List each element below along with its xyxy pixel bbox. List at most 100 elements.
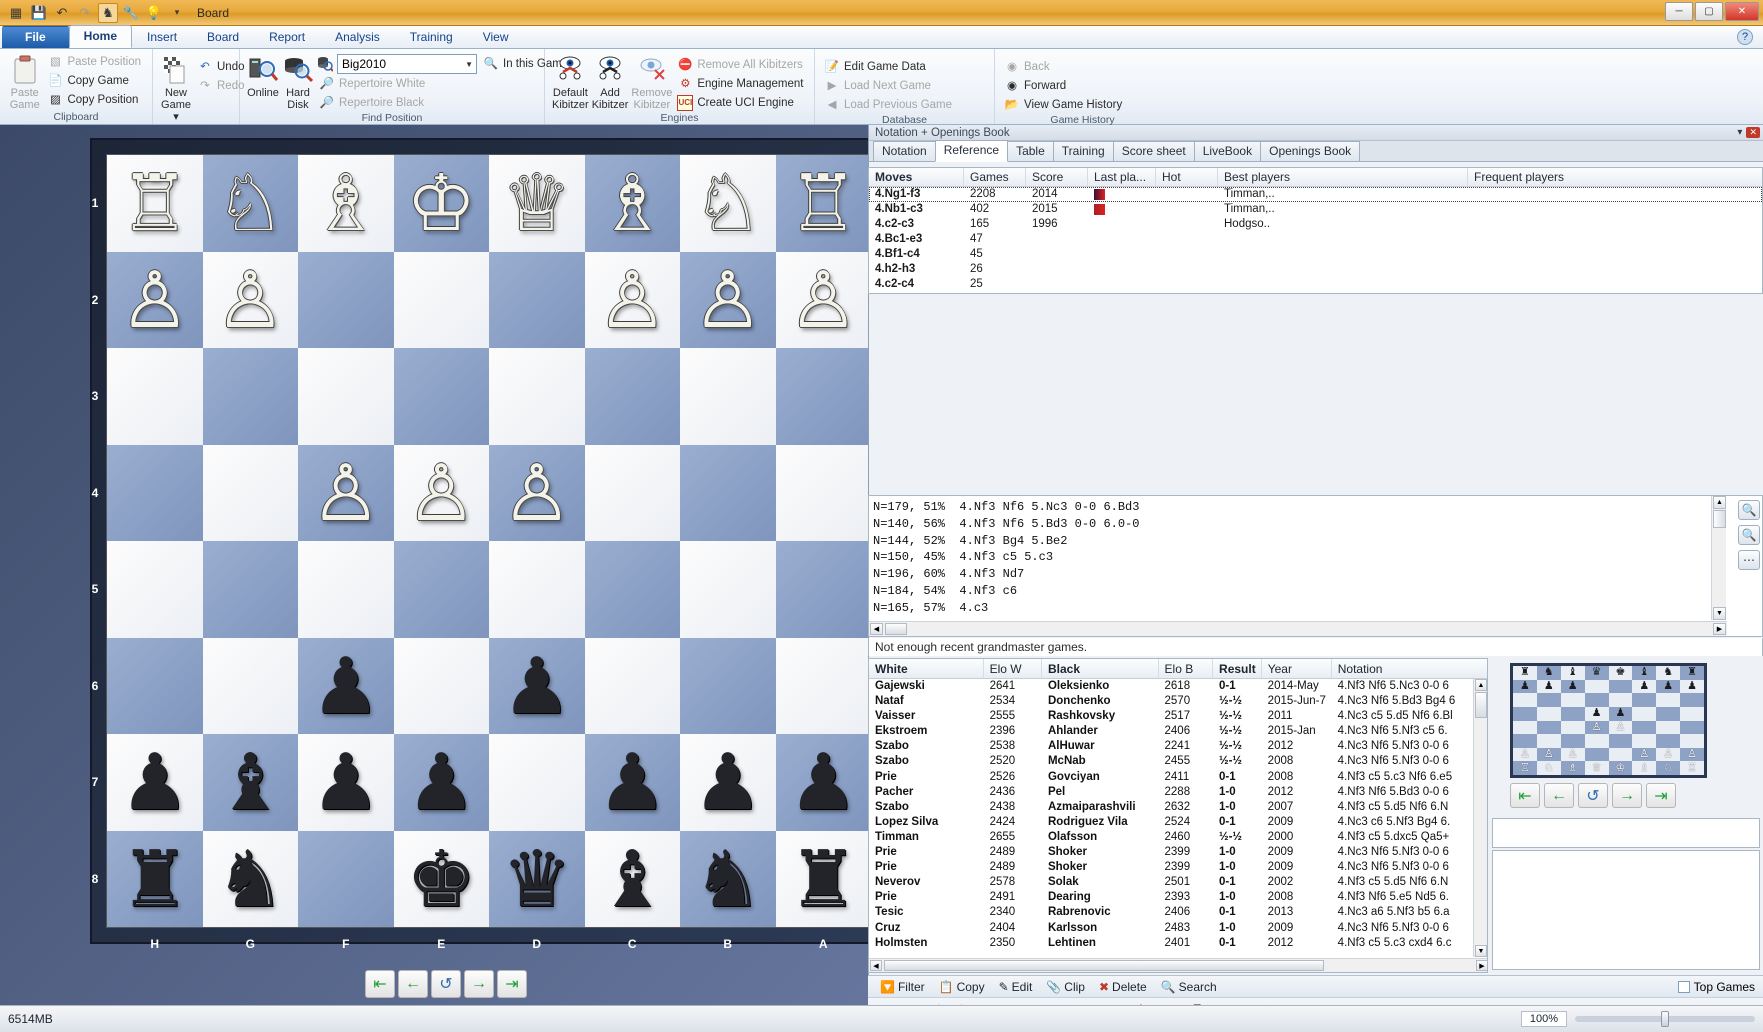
tab-home[interactable]: Home xyxy=(68,25,133,48)
games-table-row[interactable]: Szabo 2538 AlHuwar 2241 ½-½ 2012 4.Nc3 Nf6 5.N… xyxy=(869,739,1487,754)
column-header-games[interactable]: Games xyxy=(964,168,1026,186)
chess-piece[interactable]: ♞ xyxy=(215,840,285,918)
mini-board-square[interactable]: ♗ xyxy=(1560,761,1585,775)
moves-table-row[interactable]: 4.c2-c4 25 xyxy=(869,277,1762,292)
chess-piece[interactable]: ♞ xyxy=(693,840,763,918)
board-square[interactable]: ♟ 7 xyxy=(92,734,203,831)
mini-board-nav-bar[interactable]: ⇤ ← ↺ → ⇥ xyxy=(1510,783,1676,808)
column-header-elo-w[interactable]: Elo W xyxy=(984,659,1042,678)
lightbulb-icon[interactable]: 💡 xyxy=(144,3,164,23)
mini-board-square[interactable]: ♖ xyxy=(1680,761,1704,775)
chess-piece[interactable]: ♝ xyxy=(597,840,667,918)
moves-table-row[interactable]: 4.Bf1-c4 45 xyxy=(869,247,1762,262)
tab-analysis[interactable]: Analysis xyxy=(320,26,395,48)
add-kibitzer-button[interactable]: Add Kibitzer xyxy=(592,52,628,111)
board-square[interactable] xyxy=(680,348,776,445)
board-square[interactable] xyxy=(680,444,776,541)
games-table-row[interactable]: Szabo 2438 Azmaiparashvili 2632 1-0 2007 4.Nf3… xyxy=(869,800,1487,815)
board-square[interactable]: ♔ xyxy=(393,155,489,252)
games-scroll-thumb[interactable] xyxy=(1475,692,1487,718)
column-header-last-played[interactable]: Last pla... xyxy=(1088,168,1156,186)
board-square[interactable]: 4 xyxy=(92,444,203,541)
mini-board-square[interactable] xyxy=(1536,693,1561,707)
mini-board-square[interactable]: ♟ xyxy=(1513,679,1537,694)
mini-nav-previous-move-button[interactable]: ← xyxy=(1544,783,1574,808)
scroll-thumb[interactable] xyxy=(1713,510,1726,528)
hard-disk-button[interactable]: Hard Disk xyxy=(282,52,314,111)
engine-management-button[interactable]: ⚙ Engine Management xyxy=(675,75,807,93)
chess-piece[interactable]: ♟ xyxy=(311,647,381,725)
board-square[interactable] xyxy=(393,348,489,445)
mini-board-square[interactable]: ♙ xyxy=(1584,720,1609,735)
moves-table-row[interactable]: 4.Ng1-f3 2208 2014 Timman,.. xyxy=(869,187,1762,202)
games-table-row[interactable]: Tesic 2340 Rabrenovic 2406 0-1 2013 4.Nc3 a6 5… xyxy=(869,905,1487,920)
mini-board-square[interactable] xyxy=(1608,693,1633,707)
chess-icon[interactable]: ♞ xyxy=(98,2,118,23)
default-kibitzer-button[interactable]: Default Kibitzer xyxy=(552,52,589,111)
chess-piece[interactable]: ♙ xyxy=(406,454,476,532)
mini-board-square[interactable]: ♚ xyxy=(1608,666,1633,680)
mini-board-square[interactable] xyxy=(1513,693,1537,707)
online-button[interactable]: Online xyxy=(247,52,279,99)
tab-openings-book[interactable]: Openings Book xyxy=(1260,141,1361,161)
zoom-slider-track[interactable] xyxy=(1575,1011,1755,1027)
mini-board-square[interactable]: ♖ xyxy=(1513,761,1537,775)
chess-board[interactable]: ♖ 1 ♘ ♗ ♔ ♕ ♗ ♘ ♖ ♙ 2 ♙ ♙ ♙ ♙ 3 4 ♙ ♙ ♙ 5 6 ♟ ♟ ♟ 7 ♝ ♟ ♟ ♟ ♟ ♟ ♜ 8 H ♞ G F ♚ E… xyxy=(92,154,872,951)
column-header-moves[interactable]: Moves xyxy=(869,168,964,186)
chess-piece[interactable]: ♖ xyxy=(788,164,858,242)
scroll-right-icon[interactable]: ▶ xyxy=(1713,623,1726,635)
board-square[interactable]: ♙ xyxy=(680,251,776,348)
mini-board-square[interactable]: ♞ xyxy=(1656,666,1681,680)
board-square[interactable]: ♖ 1 xyxy=(92,155,203,252)
board-square[interactable] xyxy=(489,251,585,348)
close-button[interactable]: ✕ xyxy=(1725,2,1759,21)
board-square[interactable] xyxy=(489,348,585,445)
board-square[interactable] xyxy=(202,637,298,734)
board-square[interactable]: ♚ E xyxy=(393,830,489,951)
nav-flip-board-button[interactable]: ↺ xyxy=(431,970,461,998)
mini-board-square[interactable] xyxy=(1536,734,1561,748)
chess-piece[interactable]: ♕ xyxy=(502,164,572,242)
top-games-checkbox[interactable] xyxy=(1677,980,1690,993)
mini-nav-first-move-button[interactable]: ⇤ xyxy=(1510,783,1540,808)
board-square[interactable]: ♕ xyxy=(489,155,585,252)
chess-piece[interactable]: ♙ xyxy=(502,454,572,532)
load-previous-game-button[interactable]: ◀ Load Previous Game xyxy=(822,96,956,114)
board-square[interactable]: ♙ xyxy=(775,251,871,348)
mini-board-square[interactable]: ♘ xyxy=(1656,761,1681,775)
board-square[interactable] xyxy=(202,348,298,445)
panel-minimize-icon[interactable]: ▾ xyxy=(1737,127,1742,138)
games-table-row[interactable]: Cruz 2404 Karlsson 2483 1-0 2009 4.Nc3 Nf6 5.N… xyxy=(869,921,1487,936)
chess-piece[interactable]: ♛ xyxy=(502,840,572,918)
mini-board-square[interactable]: ♙ xyxy=(1632,747,1657,762)
mini-board-square[interactable] xyxy=(1560,706,1585,721)
moves-table-row[interactable]: 4.Bc1-e3 47 xyxy=(869,232,1762,247)
mini-board-square[interactable] xyxy=(1513,720,1537,735)
chess-piece[interactable]: ♜ xyxy=(788,840,858,918)
column-header-year[interactable]: Year xyxy=(1262,659,1332,678)
mini-board-square[interactable] xyxy=(1584,679,1609,694)
chess-piece[interactable]: ♟ xyxy=(406,743,476,821)
chess-piece[interactable]: ♙ xyxy=(120,261,190,339)
statistics-vertical-scrollbar[interactable]: ▲ ▼ xyxy=(1711,496,1726,620)
chess-piece[interactable]: ♔ xyxy=(406,164,476,242)
board-square[interactable]: ♘ xyxy=(202,155,298,252)
games-table-row[interactable]: Vaisser 2555 Rashkovsky 2517 ½-½ 2011 4.Nc3 c5… xyxy=(869,709,1487,724)
column-header-hot[interactable]: Hot xyxy=(1156,168,1218,186)
mini-board-square[interactable]: ♗ xyxy=(1632,761,1657,775)
ribbon-tab-strip[interactable]: File Home Insert Board Report Analysis T… xyxy=(0,25,1763,49)
panel-close-icon[interactable]: ✕ xyxy=(1746,127,1760,138)
chess-piece[interactable]: ♗ xyxy=(311,164,381,242)
tab-view[interactable]: View xyxy=(468,26,524,48)
mini-board-square[interactable]: ♝ xyxy=(1632,666,1657,680)
board-square[interactable]: ♜ 8 H xyxy=(92,830,203,951)
mini-board-square[interactable] xyxy=(1656,720,1681,735)
clip-button[interactable]: 📎 Clip xyxy=(1040,979,1091,995)
board-square[interactable]: 5 xyxy=(92,541,203,638)
mini-board-square[interactable] xyxy=(1560,734,1585,748)
mini-board-square[interactable] xyxy=(1560,693,1585,707)
chess-piece[interactable]: ♟ xyxy=(311,743,381,821)
nav-previous-move-button[interactable]: ← xyxy=(398,970,428,998)
more-options-icon[interactable]: ⋯ xyxy=(1738,550,1760,570)
games-scroll-up-icon[interactable]: ▲ xyxy=(1475,679,1487,691)
